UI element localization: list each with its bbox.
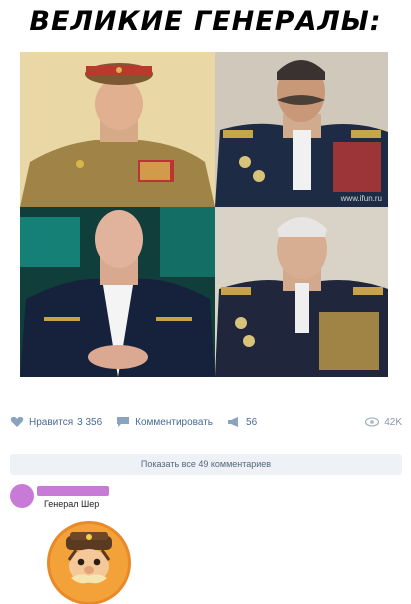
views-counter: 42K bbox=[365, 416, 402, 428]
avatar-redacted[interactable] bbox=[10, 484, 34, 508]
comment-text: Генерал Шер bbox=[44, 499, 100, 509]
comment-icon bbox=[117, 417, 130, 427]
like-label: Нравится bbox=[29, 416, 74, 428]
portrait-grid: www.ifun.ru bbox=[20, 52, 388, 377]
portrait-top-right[interactable]: www.ifun.ru bbox=[215, 52, 388, 207]
views-count: 42K bbox=[384, 416, 402, 428]
like-count: 3 356 bbox=[77, 416, 103, 428]
heart-icon bbox=[10, 416, 24, 427]
meme-title: ВЕЛИКИЕ ГЕНЕРАЛЫ: bbox=[29, 6, 382, 37]
portrait-top-left[interactable] bbox=[20, 52, 215, 207]
comment-label: Комментировать bbox=[135, 416, 214, 428]
general-sticker bbox=[47, 521, 131, 604]
comment-button[interactable]: Комментировать bbox=[116, 416, 213, 428]
share-count: 56 bbox=[246, 416, 258, 428]
eye-icon bbox=[365, 417, 380, 427]
like-button[interactable]: Нравится 3 356 bbox=[10, 416, 102, 428]
portrait-bottom-right[interactable] bbox=[215, 207, 388, 377]
author-name-redacted[interactable] bbox=[37, 486, 109, 496]
portrait-bottom-left[interactable] bbox=[20, 207, 215, 377]
megaphone-icon bbox=[228, 417, 239, 427]
share-button[interactable]: 56 bbox=[227, 416, 257, 428]
show-all-comments-button[interactable]: Показать все 49 комментариев bbox=[10, 454, 402, 475]
watermark-text: www.ifun.ru bbox=[340, 194, 382, 203]
post-actions-bar: Нравится 3 356 Комментировать 56 42K bbox=[10, 412, 402, 432]
